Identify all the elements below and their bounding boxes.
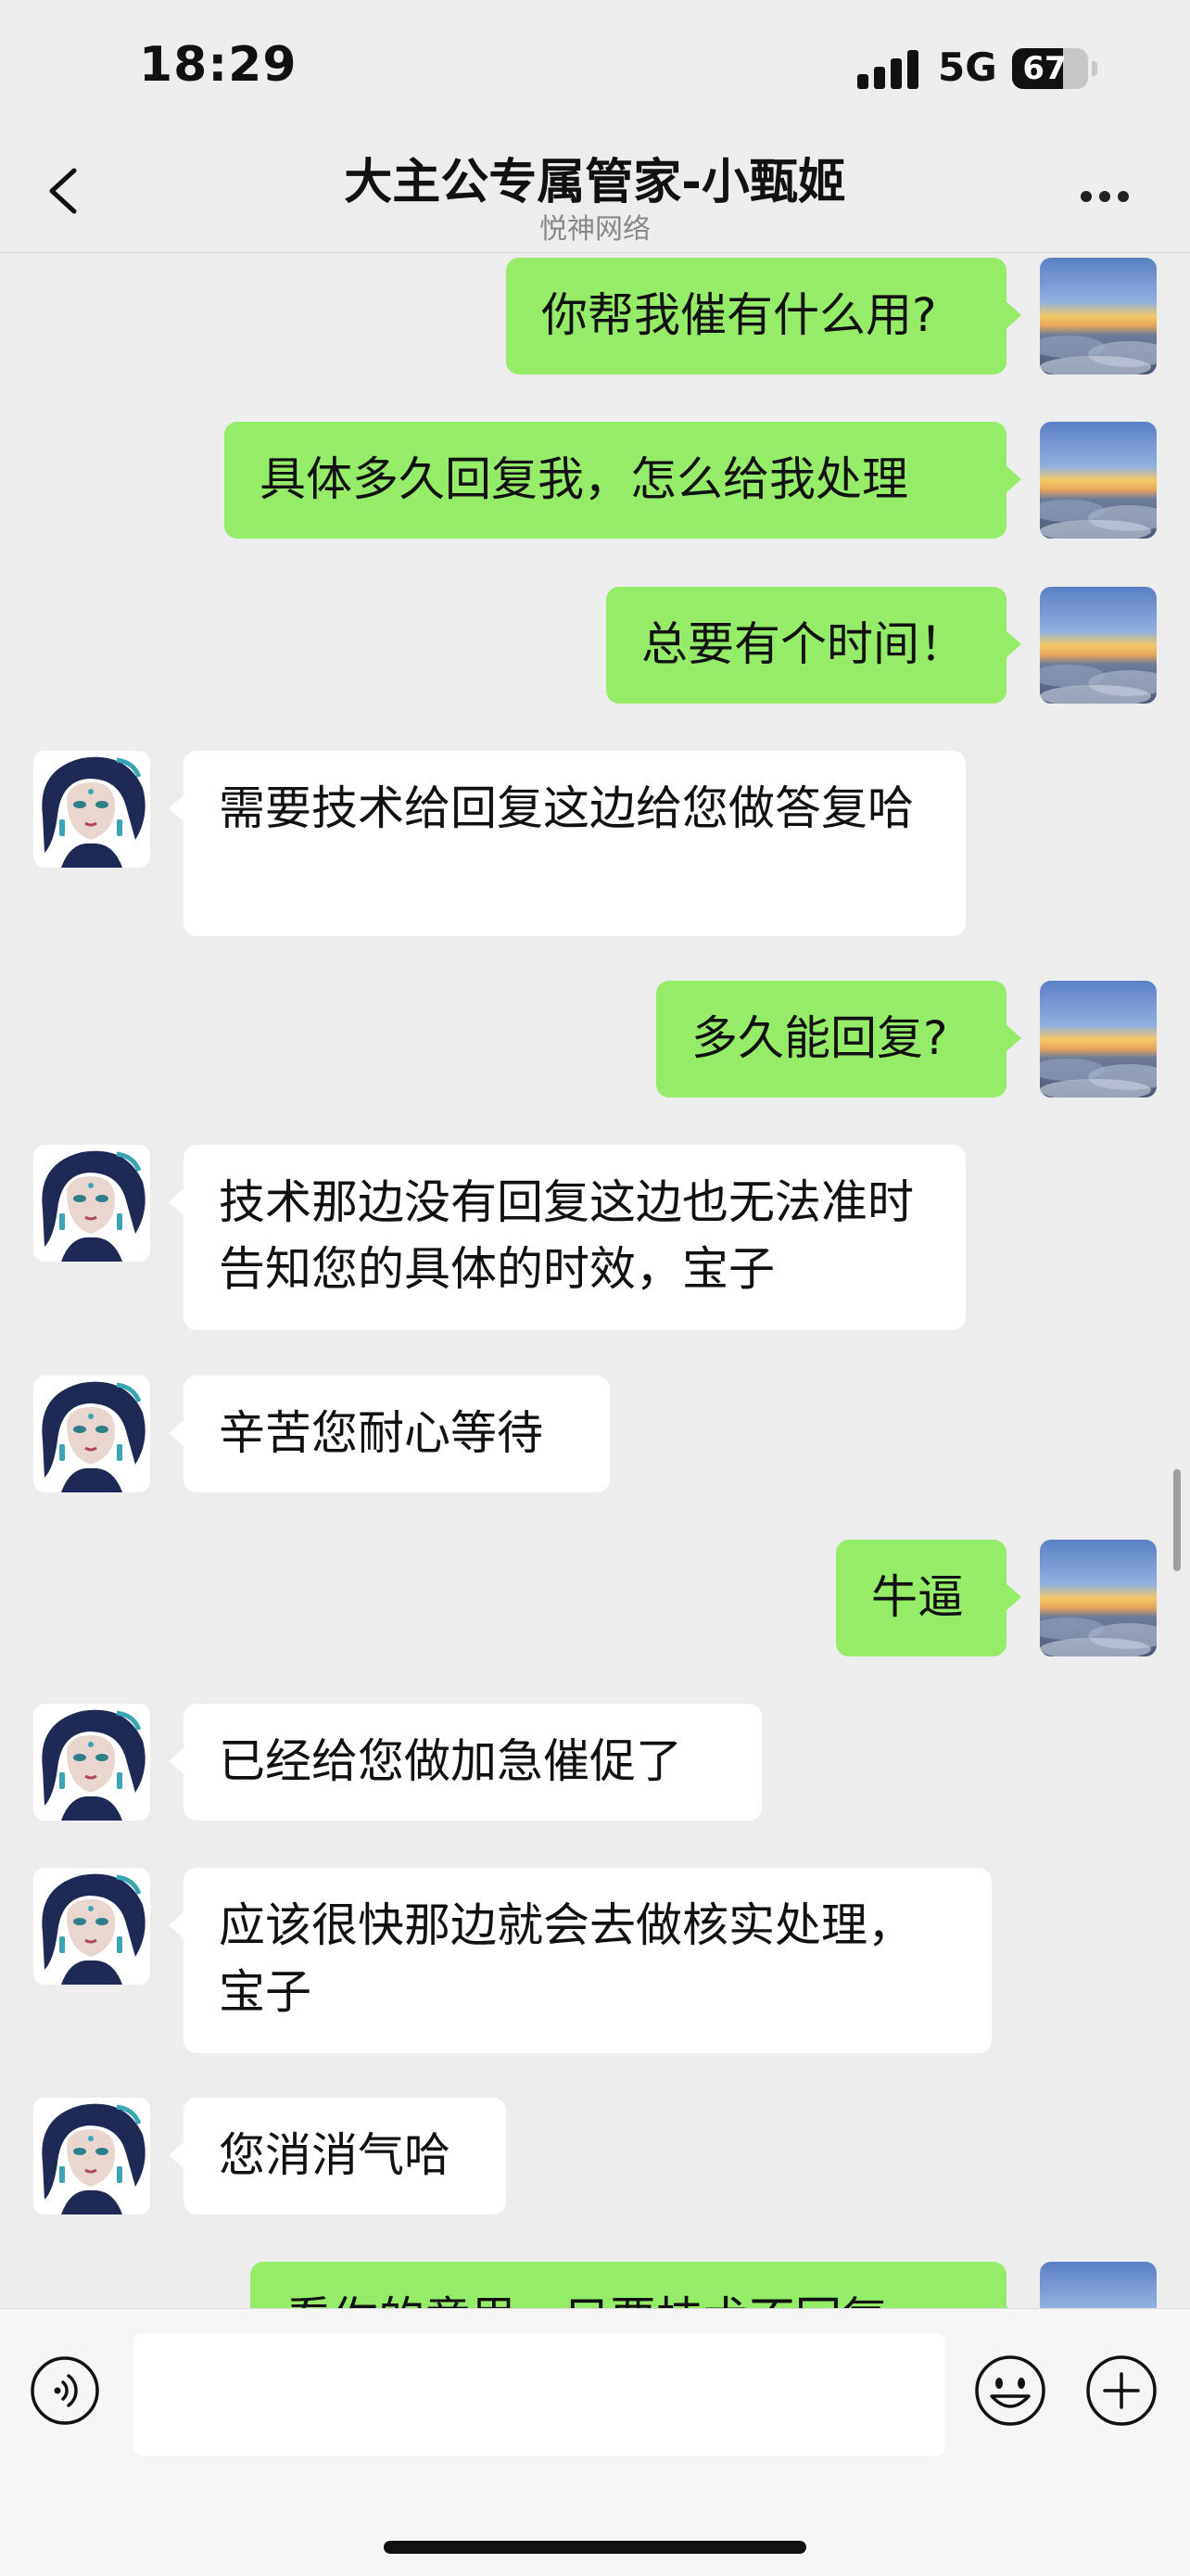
message-bubble-sent[interactable]: 看你的意思，只要技术不回复 (250, 2262, 1021, 2308)
more-icon[interactable] (1075, 185, 1134, 204)
agent-avatar[interactable] (33, 1704, 150, 1821)
agent-avatar[interactable] (33, 1145, 150, 1262)
chat-title: 大主公专属管家-小甄姬 (344, 155, 846, 210)
home-indicator (384, 2541, 806, 2554)
message-bubble-received[interactable]: 技术那边没有回复这边也无法准时告知您的具体的时效，宝子 (169, 1145, 966, 1330)
user-avatar[interactable] (1040, 422, 1157, 539)
battery-cap (1092, 61, 1097, 76)
chat-subtitle: 悦神网络 (539, 213, 651, 246)
message-bubble-sent[interactable]: 牛逼 (836, 1540, 1021, 1656)
status-time: 18:29 (139, 37, 298, 93)
message-bubble-sent[interactable]: 你帮我催有什么用? (506, 258, 1021, 374)
signal-icon (857, 48, 920, 89)
scrollbar[interactable] (1173, 1469, 1181, 1571)
message-bubble-received[interactable]: 需要技术给回复这边给您做答复哈 (169, 751, 966, 936)
message-bubble-received[interactable]: 已经给您做加急催促了 (169, 1704, 762, 1821)
agent-avatar[interactable] (33, 2098, 150, 2214)
agent-avatar[interactable] (33, 1376, 150, 1492)
message-bubble-received[interactable]: 辛苦您耐心等待 (169, 1376, 610, 1492)
status-bar: 18:29 5G 67 (0, 0, 1190, 139)
plus-icon[interactable] (1084, 2354, 1158, 2428)
user-avatar[interactable] (1040, 2262, 1157, 2308)
chat-header: 大主公专属管家-小甄姬 悦神网络 (0, 139, 1190, 253)
voice-icon[interactable] (30, 2355, 100, 2426)
message-list[interactable]: 你帮我催有什么用? 具体多久回复我，怎么给我处理 总要有个时间！ 需要技术给回复… (0, 253, 1190, 2308)
message-bubble-received[interactable]: 您消消气哈 (169, 2098, 506, 2214)
user-avatar[interactable] (1040, 587, 1157, 704)
message-input[interactable] (133, 2333, 945, 2455)
message-bubble-sent[interactable]: 具体多久回复我，怎么给我处理 (224, 422, 1021, 539)
network-type: 5G (938, 44, 997, 90)
message-bubble-received[interactable]: 应该很快那边就会去做核实处理，宝子 (169, 1868, 992, 2053)
input-bar (0, 2308, 1190, 2576)
agent-avatar[interactable] (33, 751, 150, 868)
battery-icon: 67 (1012, 48, 1088, 89)
user-avatar[interactable] (1040, 258, 1157, 374)
user-avatar[interactable] (1040, 1540, 1157, 1656)
battery-level: 67 (1022, 50, 1067, 87)
emoji-icon[interactable] (973, 2354, 1047, 2428)
user-avatar[interactable] (1040, 981, 1157, 1098)
message-bubble-sent[interactable]: 总要有个时间！ (606, 587, 1021, 704)
message-bubble-sent[interactable]: 多久能回复? (656, 981, 1021, 1098)
agent-avatar[interactable] (33, 1868, 150, 1985)
